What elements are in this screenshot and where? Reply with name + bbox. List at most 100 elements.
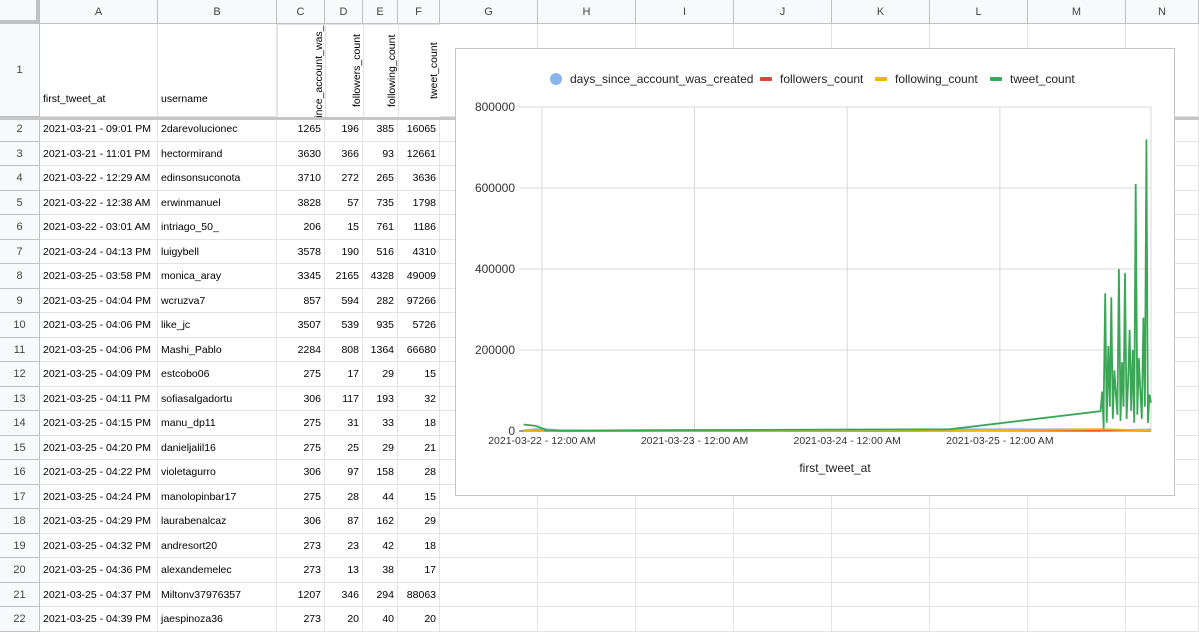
row-header-1[interactable]: 1 (0, 24, 40, 117)
cell-tweets[interactable]: 18 (398, 533, 440, 558)
row-header-9[interactable]: 9 (0, 288, 40, 313)
row-header-15[interactable]: 15 (0, 435, 40, 460)
row-header-17[interactable]: 17 (0, 484, 40, 509)
cell-tweets[interactable]: 4310 (398, 239, 440, 264)
empty-cell[interactable] (930, 509, 1028, 534)
cell-following[interactable]: 162 (363, 509, 398, 534)
cell-following[interactable]: 44 (363, 484, 398, 509)
column-header-e[interactable]: E (363, 0, 398, 24)
cell-followers[interactable]: 97 (325, 460, 363, 485)
header-cell-username[interactable]: username (158, 24, 277, 117)
row-header-2[interactable]: 2 (0, 117, 40, 142)
column-header-i[interactable]: I (636, 0, 734, 24)
empty-cell[interactable] (538, 509, 636, 534)
empty-cell[interactable] (1126, 607, 1199, 632)
cell-days[interactable]: 3578 (277, 239, 325, 264)
cell-date[interactable]: 2021-03-25 - 04:29 PM (40, 509, 158, 534)
empty-cell[interactable] (1028, 533, 1126, 558)
cell-following[interactable]: 935 (363, 313, 398, 338)
cell-followers[interactable]: 366 (325, 141, 363, 166)
cell-days[interactable]: 1207 (277, 582, 325, 607)
cell-tweets[interactable]: 18 (398, 411, 440, 436)
cell-followers[interactable]: 539 (325, 313, 363, 338)
empty-cell[interactable] (734, 607, 832, 632)
column-header-m[interactable]: M (1028, 0, 1126, 24)
cell-days[interactable]: 3507 (277, 313, 325, 338)
cell-followers[interactable]: 57 (325, 190, 363, 215)
row-header-8[interactable]: 8 (0, 264, 40, 289)
cell-tweets[interactable]: 15 (398, 362, 440, 387)
cell-following[interactable]: 1364 (363, 337, 398, 362)
cell-days[interactable]: 2284 (277, 337, 325, 362)
cell-date[interactable]: 2021-03-25 - 04:15 PM (40, 411, 158, 436)
cell-followers[interactable]: 196 (325, 117, 363, 142)
cell-tweets[interactable]: 21 (398, 435, 440, 460)
cell-user[interactable]: Miltonv37976357 (158, 582, 277, 607)
empty-cell[interactable] (734, 558, 832, 583)
cell-date[interactable]: 2021-03-22 - 03:01 AM (40, 215, 158, 240)
empty-cell[interactable] (538, 533, 636, 558)
cell-tweets[interactable]: 17 (398, 558, 440, 583)
header-cell-followers[interactable]: followers_count (325, 24, 363, 117)
cell-following[interactable]: 40 (363, 607, 398, 632)
row-header-21[interactable]: 21 (0, 582, 40, 607)
cell-user[interactable]: violetagurro (158, 460, 277, 485)
row-header-5[interactable]: 5 (0, 190, 40, 215)
cell-days[interactable]: 3828 (277, 190, 325, 215)
empty-cell[interactable] (930, 607, 1028, 632)
cell-followers[interactable]: 23 (325, 533, 363, 558)
cell-followers[interactable]: 594 (325, 288, 363, 313)
cell-days[interactable]: 3630 (277, 141, 325, 166)
cell-following[interactable]: 42 (363, 533, 398, 558)
column-header-g[interactable]: G (440, 0, 538, 24)
column-header-j[interactable]: J (734, 0, 832, 24)
cell-user[interactable]: manolopinbar17 (158, 484, 277, 509)
cell-following[interactable]: 761 (363, 215, 398, 240)
cell-user[interactable]: erwinmanuel (158, 190, 277, 215)
cell-tweets[interactable]: 88063 (398, 582, 440, 607)
column-header-n[interactable]: N (1126, 0, 1199, 24)
cell-followers[interactable]: 272 (325, 166, 363, 191)
row-header-11[interactable]: 11 (0, 337, 40, 362)
cell-days[interactable]: 273 (277, 533, 325, 558)
cell-user[interactable]: hectormirand (158, 141, 277, 166)
row-header-6[interactable]: 6 (0, 215, 40, 240)
cell-user[interactable]: edinsonsuconota (158, 166, 277, 191)
empty-cell[interactable] (440, 533, 538, 558)
cell-followers[interactable]: 13 (325, 558, 363, 583)
cell-following[interactable]: 282 (363, 288, 398, 313)
cell-date[interactable]: 2021-03-25 - 04:04 PM (40, 288, 158, 313)
cell-date[interactable]: 2021-03-21 - 11:01 PM (40, 141, 158, 166)
line-chart[interactable]: 0 200000 400000 600000 800000 2021-03-22 - 12… (455, 48, 1175, 496)
row-header-16[interactable]: 16 (0, 460, 40, 485)
row-header-10[interactable]: 10 (0, 313, 40, 338)
header-cell-days[interactable]: days_since_account_was_created (277, 24, 325, 117)
empty-cell[interactable] (1028, 509, 1126, 534)
empty-cell[interactable] (1126, 582, 1199, 607)
cell-user[interactable]: laurabenalcaz (158, 509, 277, 534)
row-header-18[interactable]: 18 (0, 509, 40, 534)
cell-followers[interactable]: 808 (325, 337, 363, 362)
cell-user[interactable]: manu_dp11 (158, 411, 277, 436)
empty-cell[interactable] (734, 582, 832, 607)
empty-cell[interactable] (538, 582, 636, 607)
column-header-k[interactable]: K (832, 0, 930, 24)
cell-tweets[interactable]: 3636 (398, 166, 440, 191)
cell-tweets[interactable]: 32 (398, 386, 440, 411)
cell-user[interactable]: estcobo06 (158, 362, 277, 387)
cell-date[interactable]: 2021-03-25 - 04:32 PM (40, 533, 158, 558)
cell-date[interactable]: 2021-03-25 - 04:06 PM (40, 313, 158, 338)
cell-days[interactable]: 3710 (277, 166, 325, 191)
cell-user[interactable]: alexandemelec (158, 558, 277, 583)
cell-user[interactable]: andresort20 (158, 533, 277, 558)
row-header-12[interactable]: 12 (0, 362, 40, 387)
empty-cell[interactable] (538, 558, 636, 583)
cell-tweets[interactable]: 1798 (398, 190, 440, 215)
cell-following[interactable]: 294 (363, 582, 398, 607)
cell-user[interactable]: intriago_50_ (158, 215, 277, 240)
cell-days[interactable]: 275 (277, 435, 325, 460)
empty-cell[interactable] (636, 607, 734, 632)
cell-followers[interactable]: 28 (325, 484, 363, 509)
empty-cell[interactable] (636, 582, 734, 607)
empty-cell[interactable] (1028, 558, 1126, 583)
